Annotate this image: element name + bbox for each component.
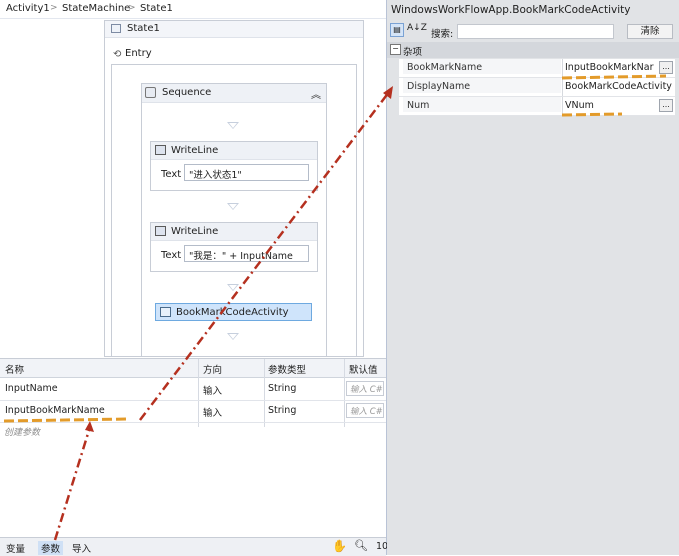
entry-icon: ⟲ [113, 49, 122, 60]
breadcrumb-item-state1[interactable]: State1 [140, 3, 173, 14]
property-value[interactable]: VNum [565, 100, 657, 111]
ellipsis-button[interactable]: ... [659, 99, 673, 112]
writeline-icon [155, 145, 166, 155]
property-name: DisplayName [403, 78, 561, 93]
activity-title: BookMarkCodeActivity [176, 307, 289, 318]
tab-variables[interactable]: 变量 [6, 541, 25, 555]
designer-bottom-bar: 变量 参数 导入 ✋ 🔍︎ 10 [0, 537, 388, 556]
activity-title: WriteLine [171, 226, 219, 237]
column-header-type[interactable]: 参数类型 [268, 362, 306, 376]
text-field[interactable]: "我是：" + InputName [184, 245, 309, 262]
property-value[interactable]: BookMarkCodeActivity [565, 81, 675, 92]
breadcrumb-item-statemachine[interactable]: StateMachine [62, 3, 130, 14]
properties-panel: WindowsWorkFlowApp.BookMarkCodeActivity … [387, 0, 679, 555]
argument-name[interactable]: InputBookMarkName [5, 405, 105, 416]
column-header-name[interactable]: 名称 [5, 362, 24, 376]
drop-target-arrow-icon[interactable] [227, 203, 239, 210]
entry-label: Entry [125, 48, 152, 59]
writeline-activity-1[interactable]: WriteLine Text "进入状态1" [150, 141, 318, 191]
breadcrumb: Activity1 > StateMachine > State1 [0, 0, 386, 19]
text-label: Text [161, 250, 182, 261]
state-title: State1 [127, 23, 160, 34]
tab-imports[interactable]: 导入 [72, 541, 91, 555]
property-row-bookmarkname[interactable]: BookMarkName InputBookMarkNar ... [399, 59, 675, 78]
state-header: State1 [105, 21, 363, 38]
clear-button[interactable]: 清除 [627, 24, 673, 39]
text-label: Text [161, 169, 182, 180]
state-icon [111, 24, 121, 33]
argument-type[interactable]: String [268, 383, 296, 394]
argument-name[interactable]: InputName [5, 383, 58, 394]
code-activity-icon [160, 307, 171, 317]
argument-direction[interactable]: 输入 [203, 383, 222, 397]
workflow-designer: Activity1 > StateMachine > State1 State1… [0, 0, 388, 556]
sequence-icon [145, 87, 156, 98]
tab-arguments[interactable]: 参数 [38, 541, 64, 555]
bookmark-code-activity[interactable]: BookMarkCodeActivity [155, 303, 312, 321]
drop-target-arrow-icon[interactable] [227, 333, 239, 340]
category-misc[interactable]: − 杂项 [387, 42, 679, 58]
argument-direction[interactable]: 输入 [203, 405, 222, 419]
table-row[interactable]: InputName 输入 String 输入 C# [0, 378, 386, 401]
column-header-default[interactable]: 默认值 [349, 362, 378, 376]
text-field[interactable]: "进入状态1" [184, 164, 309, 181]
create-argument-link[interactable]: 创建参数 [4, 425, 40, 438]
properties-title: WindowsWorkFlowApp.BookMarkCodeActivity [391, 4, 631, 16]
chevron-right-icon: > [128, 3, 136, 13]
search-input[interactable] [457, 24, 614, 39]
sequence-header: Sequence ︽ [142, 84, 326, 103]
column-header-direction[interactable]: 方向 [203, 362, 222, 376]
writeline-icon [155, 226, 166, 236]
sort-alphabetical-icon[interactable]: A↓Z [407, 23, 427, 33]
categorized-icon[interactable]: ▤ [390, 23, 404, 37]
ellipsis-button[interactable]: ... [659, 61, 673, 74]
arguments-header: 名称 方向 参数类型 默认值 [0, 359, 386, 378]
arguments-grid: 名称 方向 参数类型 默认值 InputName 输入 String 输入 C#… [0, 358, 386, 537]
table-row[interactable]: InputBookMarkName 输入 String 输入 C# [0, 400, 386, 423]
chevron-right-icon: > [50, 3, 58, 13]
sequence-title: Sequence [162, 87, 212, 98]
drop-target-arrow-icon[interactable] [227, 284, 239, 291]
activity-title: WriteLine [171, 145, 219, 156]
search-label: 搜索: [431, 29, 454, 40]
property-row-num[interactable]: Num VNum ... [399, 97, 675, 116]
breadcrumb-item-activity1[interactable]: Activity1 [6, 3, 50, 14]
property-value[interactable]: InputBookMarkNar [565, 62, 655, 73]
argument-type[interactable]: String [268, 405, 296, 416]
argument-default-input[interactable]: 输入 C# [346, 403, 384, 418]
pan-hand-icon[interactable]: ✋ [332, 539, 347, 553]
property-name: Num [403, 97, 561, 112]
property-name: BookMarkName [403, 59, 561, 74]
drop-target-arrow-icon[interactable] [227, 122, 239, 129]
zoom-search-icon[interactable]: 🔍︎ [354, 539, 368, 552]
property-row-displayname[interactable]: DisplayName BookMarkCodeActivity [399, 78, 675, 97]
collapse-minus-icon[interactable]: − [390, 44, 401, 55]
collapse-icon[interactable]: ︽ [311, 86, 321, 101]
category-label: 杂项 [403, 47, 423, 58]
argument-default-input[interactable]: 输入 C# [346, 381, 384, 396]
writeline-activity-2[interactable]: WriteLine Text "我是：" + InputName [150, 222, 318, 272]
properties-toolbar: ▤ A↓Z 搜索: 清除 [387, 20, 679, 42]
